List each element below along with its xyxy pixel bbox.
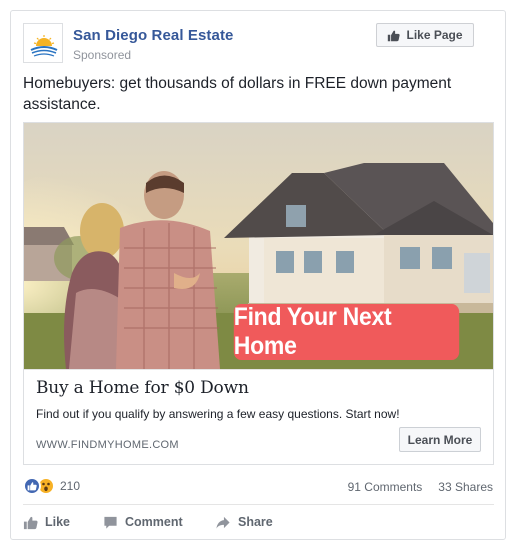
ad-footer: Buy a Home for $0 Down Find out if you q… [24,369,493,464]
comment-icon [104,516,117,529]
actions-divider [23,504,494,505]
ad-headline[interactable]: Buy a Home for $0 Down [36,378,249,398]
page-logo[interactable] [23,23,63,63]
comments-count-link[interactable]: 91 Comments [348,480,423,494]
sponsored-label[interactable]: Sponsored [73,48,131,62]
ad-link-preview[interactable]: Find Your Next Home Buy a Home for $0 Do… [23,122,494,465]
comment-action-label: Comment [125,515,183,529]
post-text: Homebuyers: get thousands of dollars in … [23,75,452,113]
like-page-label: Like Page [406,28,463,42]
sun-over-house-logo-icon [24,24,62,62]
sponsored-post-card: San Diego Real Estate Sponsored Like Pag… [10,10,506,540]
page-name-link[interactable]: San Diego Real Estate [73,27,234,44]
like-action-label: Like [45,515,71,529]
ad-image-banner: Find Your Next Home [233,303,460,360]
like-reaction-icon [23,477,41,495]
thumbs-up-icon [388,30,401,41]
share-action-label: Share [238,515,273,529]
comment-action-button[interactable]: Comment [103,509,183,535]
share-action-button[interactable]: Share [215,509,273,535]
reactions-summary[interactable]: 210 [23,477,80,495]
share-arrow-icon [216,516,230,529]
shares-count-link[interactable]: 33 Shares [438,480,493,494]
ad-domain: WWW.FINDMYHOME.COM [36,439,179,451]
post-actions-bar: Like Comment Share [23,509,323,535]
like-action-button[interactable]: Like [23,509,70,535]
thumbs-up-icon [23,516,38,529]
engagement-counts: 91 Comments 33 Shares [348,480,493,494]
ad-description: Find out if you qualify by answering a f… [36,407,400,421]
like-page-button[interactable]: Like Page [376,23,474,47]
reaction-count: 210 [60,479,81,493]
learn-more-button[interactable]: Learn More [399,427,481,452]
